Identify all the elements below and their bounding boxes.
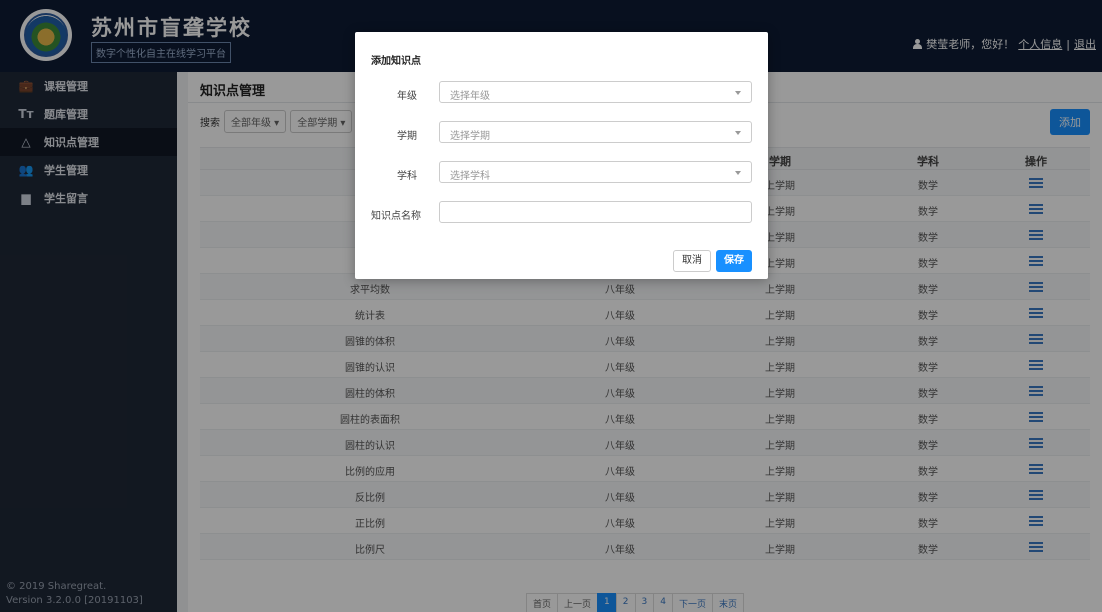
add-knowledge-dialog: 添加知识点 年级 选择年级 学期 选择学期 学科 选择学科 知识点名称 取消 保… [355, 32, 768, 279]
subject-placeholder: 选择学科 [450, 171, 490, 182]
subject-label: 学科 [397, 171, 417, 182]
dialog-title: 添加知识点 [371, 56, 421, 67]
term-placeholder: 选择学期 [450, 131, 490, 142]
grade-select[interactable]: 选择年级 [439, 81, 752, 103]
cancel-button[interactable]: 取消 [673, 250, 711, 272]
term-label: 学期 [397, 131, 417, 142]
name-label: 知识点名称 [371, 211, 421, 222]
knowledge-name-input[interactable] [439, 201, 752, 223]
chevron-down-icon [735, 171, 741, 175]
grade-placeholder: 选择年级 [450, 91, 490, 102]
grade-label: 年级 [397, 91, 417, 102]
subject-select[interactable]: 选择学科 [439, 161, 752, 183]
chevron-down-icon [735, 131, 741, 135]
save-button[interactable]: 保存 [716, 250, 752, 272]
chevron-down-icon [735, 91, 741, 95]
term-select[interactable]: 选择学期 [439, 121, 752, 143]
